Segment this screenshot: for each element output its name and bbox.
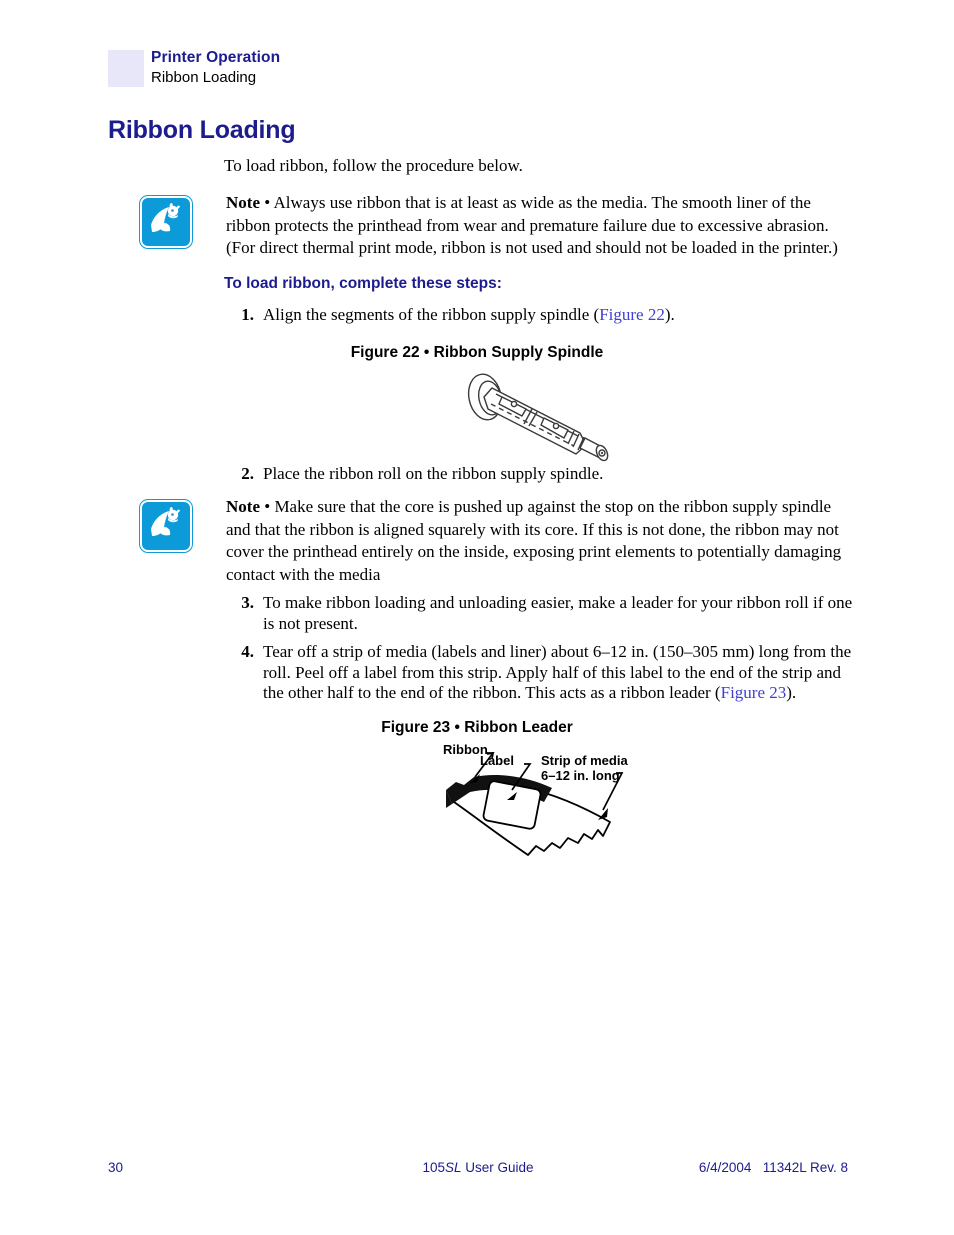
figure-23-callout-label: Label xyxy=(480,753,514,768)
footer-doc-info: 6/4/2004 11342L Rev. 8 xyxy=(699,1160,848,1175)
header-color-swatch xyxy=(108,50,144,87)
footer-guide-suffix: User Guide xyxy=(461,1160,534,1175)
step-item-2: 2. Place the ribbon roll on the ribbon s… xyxy=(232,464,857,485)
running-header: Printer Operation Ribbon Loading xyxy=(108,48,848,90)
footer-revision: 11342L Rev. 8 xyxy=(762,1160,848,1175)
sub-heading-load-steps: To load ribbon, complete these steps: xyxy=(224,275,502,292)
step-text-2: Place the ribbon roll on the ribbon supp… xyxy=(263,464,604,483)
header-chapter-title: Printer Operation xyxy=(151,49,281,66)
footer-date: 6/4/2004 xyxy=(698,1160,752,1175)
note-text-1: Note • Always use ribbon that is at leas… xyxy=(226,192,846,260)
ribbon-supply-spindle-illustration xyxy=(458,362,618,472)
step-item-1: 1. Align the segments of the ribbon supp… xyxy=(232,305,857,326)
step-text-4: Tear off a strip of media (labels and li… xyxy=(263,642,857,704)
step-item-3: 3. To make ribbon loading and unloading … xyxy=(232,593,857,634)
ribbon-leader-illustration: Ribbon Label Strip of media 6–12 in. lon… xyxy=(440,742,635,874)
step-number-1: 1. xyxy=(241,305,254,324)
intro-paragraph: To load ribbon, follow the procedure bel… xyxy=(224,156,523,175)
figure-23-callout-strip-1: Strip of media xyxy=(541,753,628,768)
step-item-4: 4. Tear off a strip of media (labels and… xyxy=(232,642,857,704)
step-text-after-1: ). xyxy=(664,305,675,324)
step-text-after-4: ). xyxy=(786,683,797,702)
step-text-before-1: Align the segments of the ribbon supply … xyxy=(263,305,600,324)
page-title: Ribbon Loading xyxy=(108,116,296,144)
zebra-note-icon xyxy=(140,196,192,248)
header-section-title: Ribbon Loading xyxy=(151,69,257,86)
document-page: Printer Operation Ribbon Loading Ribbon … xyxy=(0,0,954,1235)
note-text-2: Note • Make sure that the core is pushed… xyxy=(226,496,846,586)
step-number-3: 3. xyxy=(241,593,254,612)
step-text-1: Align the segments of the ribbon supply … xyxy=(263,305,857,326)
note-label-1: Note xyxy=(226,193,260,212)
step-number-4: 4. xyxy=(241,642,254,661)
step-number-2: 2. xyxy=(241,464,254,483)
step-text-3: To make ribbon loading and unloading eas… xyxy=(263,593,853,633)
figure-23-caption: Figure 23 • Ribbon Leader xyxy=(381,719,573,736)
note-body-1: Always use ribbon that is at least as wi… xyxy=(226,193,838,257)
figure-22-link[interactable]: Figure 22 xyxy=(599,305,665,324)
footer-guide-model: SL xyxy=(444,1160,462,1175)
footer-guide-prefix: 105 xyxy=(422,1160,445,1175)
note-body-2: Make sure that the core is pushed up aga… xyxy=(226,497,842,584)
header-text-group: Printer Operation Ribbon Loading xyxy=(151,48,280,88)
note-bullet-char-2: • xyxy=(264,497,271,516)
zebra-note-icon xyxy=(140,500,192,552)
note-bullet-char-1: • xyxy=(264,193,271,212)
note-label-2: Note xyxy=(226,497,260,516)
figure-23-link[interactable]: Figure 23 xyxy=(721,683,787,702)
figure-22-caption: Figure 22 • Ribbon Supply Spindle xyxy=(350,344,604,361)
figure-23-callout-strip-2: 6–12 in. long xyxy=(541,768,620,783)
page-footer: 30 105SL User Guide 6/4/2004 11342L Rev.… xyxy=(108,1160,848,1180)
